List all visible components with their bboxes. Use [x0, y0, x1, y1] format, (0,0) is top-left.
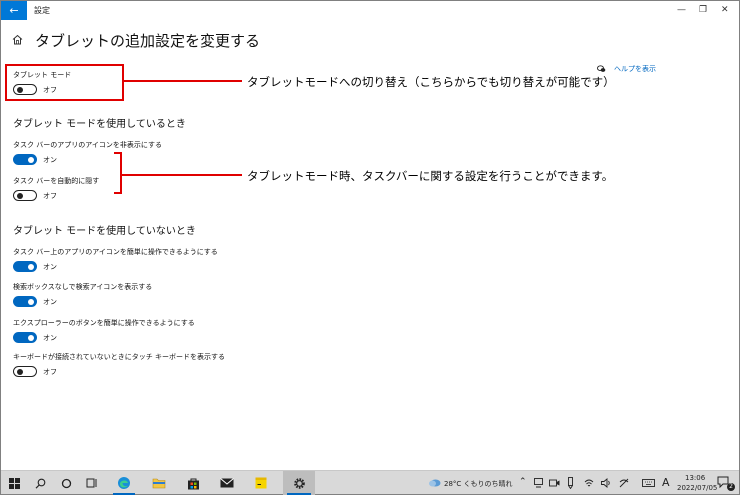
clock-time[interactable]: 13:06: [685, 474, 705, 482]
start-button[interactable]: [1, 471, 27, 495]
annotation-bracket-top: [114, 152, 122, 154]
search-button[interactable]: [27, 471, 53, 495]
taskbar: 28°C くもりのち晴れ ⌃ A 13:06 2022/07/05 2: [1, 470, 739, 495]
toggle-knob: [28, 156, 34, 163]
cortana-button[interactable]: [53, 471, 79, 495]
setting-label: キーボードが接続されていないときにタッチ キーボードを表示する: [13, 353, 226, 361]
easy-explorer-buttons-toggle[interactable]: [13, 332, 37, 343]
chat-help-icon[interactable]: [597, 65, 606, 73]
toggle-knob: [17, 192, 23, 199]
setting-state: オン: [43, 263, 57, 271]
weather-text[interactable]: 28°C くもりのち晴れ: [444, 479, 513, 489]
auto-hide-taskbar-toggle[interactable]: [13, 190, 37, 201]
gear-icon: [293, 477, 305, 489]
touch-keyboard-toggle[interactable]: [13, 366, 37, 377]
search-icon: [35, 478, 45, 489]
sticky-notes-taskbar-button[interactable]: [247, 471, 275, 495]
task-view-icon: [86, 478, 97, 488]
setting-state: オン: [43, 334, 57, 342]
section-title-not-using: タブレット モードを使用していないとき: [13, 226, 196, 237]
setting-label: タスク バー上のアプリのアイコンを簡単に操作できるようにする: [13, 248, 218, 256]
restore-button[interactable]: ❐: [699, 4, 707, 16]
ime-indicator[interactable]: A: [662, 476, 670, 489]
setting-label: タスク バーのアプリのアイコンを非表示にする: [13, 141, 162, 149]
onedrive-wifi-icon[interactable]: [619, 478, 629, 488]
explorer-taskbar-button[interactable]: [145, 471, 173, 495]
windows-logo-icon: [8, 477, 20, 489]
minimize-button[interactable]: —: [677, 4, 686, 16]
tablet-mode-highlight-box: [5, 64, 124, 101]
settings-taskbar-button[interactable]: [283, 471, 315, 495]
store-taskbar-button[interactable]: [179, 471, 207, 495]
hide-taskbar-icons-toggle[interactable]: [13, 154, 37, 165]
back-button[interactable]: ←: [1, 1, 27, 20]
annotation-connector: [122, 174, 242, 176]
setting-state: オフ: [43, 368, 57, 376]
task-view-button[interactable]: [79, 471, 105, 495]
store-bag-icon: [187, 478, 199, 489]
edge-browser-icon: [118, 477, 130, 489]
sticky-note-icon: [255, 477, 267, 489]
wifi-icon[interactable]: [584, 478, 594, 488]
clock-date[interactable]: 2022/07/05: [677, 484, 717, 492]
cortana-circle-icon: [61, 478, 71, 488]
help-link[interactable]: ヘルプを表示: [614, 64, 656, 74]
notification-count-badge: 2: [727, 483, 735, 491]
speaker-icon[interactable]: [601, 478, 612, 488]
close-button[interactable]: ✕: [721, 4, 729, 16]
network-monitor-icon[interactable]: [534, 478, 544, 488]
edge-taskbar-button[interactable]: [109, 471, 139, 495]
setting-state: オン: [43, 156, 57, 164]
search-icon-only-toggle[interactable]: [13, 296, 37, 307]
setting-state: オフ: [43, 192, 57, 200]
toggle-knob: [28, 334, 34, 341]
setting-state: オン: [43, 298, 57, 306]
section-title-using: タブレット モードを使用しているとき: [13, 119, 186, 130]
chevron-up-icon[interactable]: ⌃: [519, 477, 527, 487]
annotation-taskbar: タブレットモード時、タスクバーに関する設定を行うことができます。: [247, 169, 614, 183]
toggle-knob: [17, 368, 23, 375]
folder-icon: [152, 478, 166, 489]
toggle-knob: [28, 298, 34, 305]
toggle-knob: [28, 263, 34, 270]
app-title: 設定: [34, 6, 50, 15]
annotation-connector: [124, 80, 242, 82]
mail-envelope-icon: [220, 478, 234, 488]
easy-taskbar-icons-toggle[interactable]: [13, 261, 37, 272]
weather-cloud-icon[interactable]: [428, 477, 441, 487]
pen-icon[interactable]: [566, 477, 575, 489]
setting-label: タスク バーを自動的に隠す: [13, 177, 100, 185]
annotation-bracket: [120, 152, 122, 194]
page-title: タブレットの追加設定を変更する: [35, 32, 261, 50]
title-bar: ← 設定 — ❐ ✕: [1, 1, 739, 20]
home-icon[interactable]: [12, 34, 23, 45]
annotation-tablet-mode: タブレットモードへの切り替え（こちらからでも切り替えが可能です）: [247, 75, 615, 89]
mail-taskbar-button[interactable]: [213, 471, 241, 495]
annotation-bracket-bottom: [114, 192, 122, 194]
meet-camera-icon[interactable]: [549, 478, 560, 488]
keyboard-icon[interactable]: [642, 479, 655, 487]
setting-label: 検索ボックスなしで検索アイコンを表示する: [13, 283, 153, 291]
setting-label: エクスプローラーのボタンを簡単に操作できるようにする: [13, 319, 195, 327]
